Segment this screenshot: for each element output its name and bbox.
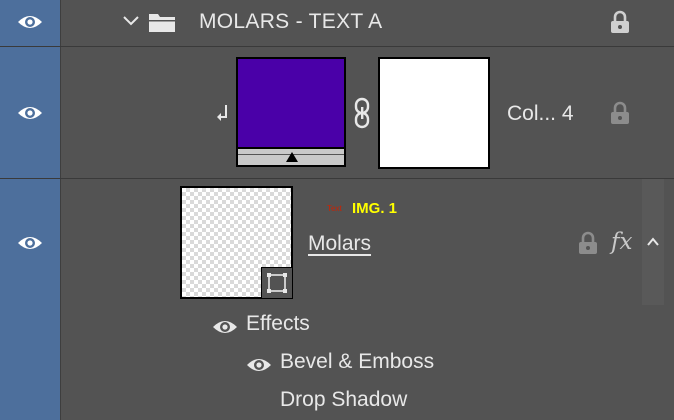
visibility-eye-icon[interactable] bbox=[17, 104, 43, 122]
transparent-thumbnail[interactable] bbox=[180, 186, 293, 299]
chain-link-icon[interactable] bbox=[353, 97, 371, 129]
smart-object-badge bbox=[261, 267, 293, 299]
text-tag-label: IMG. 1 bbox=[352, 200, 398, 217]
lock-icon bbox=[611, 101, 629, 124]
effects-visibility-eye-icon[interactable] bbox=[212, 318, 238, 336]
text-tag-prefix: Text bbox=[327, 204, 342, 213]
effects-label[interactable]: Effects bbox=[246, 312, 310, 336]
layers-panel: { "colors": { "panel_bg": "#535353", "ey… bbox=[0, 0, 674, 420]
visibility-cell-text[interactable] bbox=[0, 179, 60, 420]
visibility-eye-icon[interactable] bbox=[17, 13, 43, 31]
row-divider bbox=[0, 178, 674, 179]
fill-slider-bar bbox=[238, 149, 344, 165]
smart-object-icon bbox=[267, 273, 287, 293]
column-divider bbox=[60, 0, 61, 420]
lock-icon bbox=[579, 231, 597, 254]
visibility-eye-icon[interactable] bbox=[17, 234, 43, 252]
chevron-up-icon[interactable] bbox=[646, 236, 660, 248]
fill-layer-name[interactable]: Col... 4 bbox=[507, 102, 574, 126]
effect-item-drop-shadow[interactable]: Drop Shadow bbox=[280, 388, 407, 412]
mask-thumbnail[interactable] bbox=[378, 57, 490, 169]
group-layer-name[interactable]: MOLARS - TEXT A bbox=[199, 10, 382, 34]
fill-color-swatch bbox=[238, 59, 344, 147]
color-fill-thumbnail[interactable] bbox=[236, 57, 346, 167]
bevel-emboss-eye-icon[interactable] bbox=[246, 356, 272, 374]
clip-arrow-icon bbox=[217, 105, 227, 121]
chevron-down-icon[interactable] bbox=[122, 15, 140, 27]
fx-icon[interactable]: fx bbox=[611, 229, 632, 255]
effect-item-bevel-emboss[interactable]: Bevel & Emboss bbox=[280, 350, 434, 374]
fill-slider-triangle-icon bbox=[286, 152, 298, 162]
row-divider bbox=[0, 46, 674, 47]
folder-icon bbox=[149, 14, 175, 32]
lock-icon bbox=[611, 10, 629, 33]
text-layer-name[interactable]: Molars bbox=[308, 232, 371, 256]
